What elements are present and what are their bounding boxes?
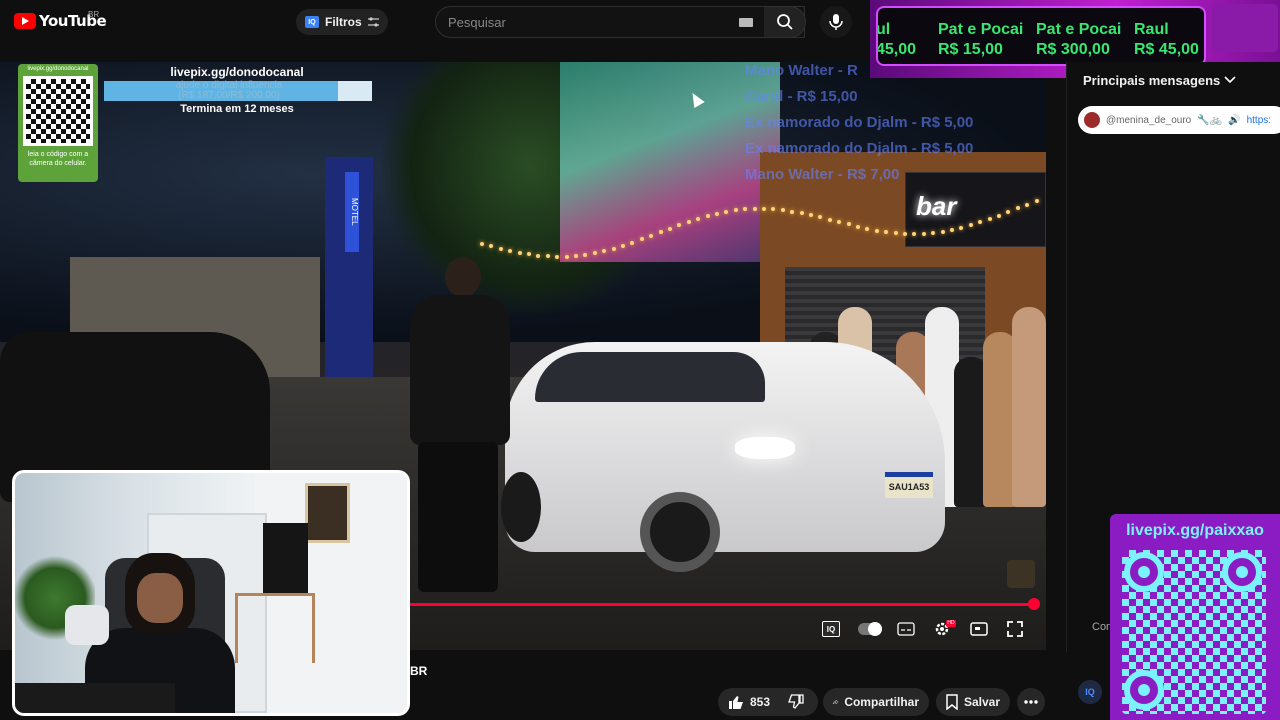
alert-line: Ex namorado do Djalm - R$ 5,00 bbox=[745, 114, 974, 131]
alert-line: Ex namorado do Djalm - R$ 5,00 bbox=[745, 140, 974, 157]
save-button[interactable]: Salvar bbox=[936, 688, 1010, 716]
fullscreen-button[interactable] bbox=[1004, 618, 1026, 640]
dislike-button[interactable] bbox=[782, 688, 810, 716]
youtube-watch-page: YouTube BR IQ Filtros MOTEL bar bbox=[0, 0, 1280, 720]
livepix-qr-right: livepix.gg/paixxao bbox=[1110, 514, 1280, 720]
qr-caption: leia o código com a câmera do celular. bbox=[27, 151, 89, 167]
sliders-icon bbox=[367, 17, 379, 27]
search-icon bbox=[776, 14, 793, 30]
donation-entry: Raul R$ 45,00 bbox=[1134, 20, 1199, 60]
fullscreen-icon bbox=[1007, 621, 1023, 637]
license-plate: SAU1A53 bbox=[885, 472, 933, 498]
more-actions-button[interactable] bbox=[1017, 688, 1045, 716]
qr-code bbox=[23, 76, 93, 146]
donation-goal: livepix.gg/donodocanal ajude o digital i… bbox=[100, 64, 374, 122]
alert-line: Carol - R$ 15,00 bbox=[745, 88, 858, 105]
subtitles-button[interactable] bbox=[896, 618, 916, 640]
webcam-desk bbox=[235, 593, 315, 663]
share-button[interactable]: Compartilhar bbox=[823, 688, 929, 716]
filters-label: Filtros bbox=[325, 15, 362, 29]
pinned-author: @menina_de_ouro bbox=[1106, 114, 1192, 126]
chat-mode-dropdown[interactable]: Principais mensagens bbox=[1066, 68, 1280, 92]
chat-header-label: Principais mensagens bbox=[1083, 72, 1221, 88]
more-horizontal-icon bbox=[1024, 700, 1038, 704]
man-body bbox=[410, 295, 510, 445]
hd-badge: HD bbox=[946, 620, 956, 627]
qr-finder bbox=[1124, 670, 1164, 710]
webcam-tv bbox=[263, 523, 308, 593]
filters-button[interactable]: IQ Filtros bbox=[296, 9, 388, 35]
webcam-microphone bbox=[65, 605, 109, 645]
donation-amount: R$ 15,00 bbox=[938, 41, 1003, 58]
microphone-icon bbox=[829, 14, 843, 30]
pinned-message[interactable]: @menina_de_ouro 🔧🚲 🔊 https: bbox=[1078, 106, 1280, 134]
voice-search-button[interactable] bbox=[820, 6, 852, 38]
donation-entry: ul 45,00 bbox=[876, 20, 917, 60]
channel-watermark[interactable] bbox=[1007, 560, 1035, 588]
qr-url: livepix.gg/donodocanal bbox=[27, 66, 89, 72]
theater-mode-button[interactable] bbox=[968, 618, 990, 640]
webcam-picture-frame bbox=[305, 483, 350, 543]
qr-finder bbox=[1222, 552, 1262, 592]
thumbs-down-icon bbox=[788, 694, 804, 709]
subtitles-icon bbox=[897, 622, 915, 636]
man-head bbox=[445, 257, 481, 297]
pinned-link[interactable]: https: bbox=[1247, 115, 1271, 126]
motel-sign: MOTEL bbox=[345, 172, 359, 252]
donation-ticker-list: ul 45,00 Pat e Pocai R$ 15,00 Pat e Pocai R$ … bbox=[876, 6, 1206, 66]
donation-amount: R$ 300,00 bbox=[1036, 41, 1110, 58]
iq-extension-button[interactable]: IQ bbox=[1078, 680, 1102, 704]
qr-right-url: livepix.gg/paixxao bbox=[1126, 522, 1264, 539]
iq-button[interactable]: IQ bbox=[822, 621, 840, 637]
car-wheel bbox=[640, 492, 720, 572]
pinned-avatar bbox=[1084, 112, 1100, 128]
goal-progress-bar: ajude o digital influencia (R$ 187,00/R$… bbox=[104, 81, 372, 101]
save-label: Salvar bbox=[963, 695, 1000, 709]
youtube-play-icon bbox=[14, 13, 36, 29]
qr-right-code bbox=[1122, 550, 1266, 714]
qr-finder bbox=[1124, 552, 1164, 592]
country-code: BR bbox=[88, 10, 100, 19]
donation-amount: R$ 45,00 bbox=[1134, 41, 1199, 58]
donation-name: Pat e Pocai bbox=[1036, 21, 1122, 38]
ticker-decoration bbox=[1212, 4, 1278, 52]
white-car: SAU1A53 bbox=[501, 342, 945, 572]
donation-name: ul bbox=[876, 21, 891, 38]
iq-icon: IQ bbox=[305, 16, 319, 28]
megaphone-icon: 🔊 bbox=[1228, 114, 1241, 126]
keyboard-icon[interactable] bbox=[739, 18, 753, 27]
thumbs-up-icon bbox=[729, 696, 743, 709]
goal-text: ajude o digital influencia (R$ 187,00/R$… bbox=[104, 81, 354, 101]
progress-scrubber[interactable] bbox=[1028, 598, 1040, 610]
donation-amount: 45,00 bbox=[876, 41, 917, 58]
car-window bbox=[535, 352, 765, 402]
theater-icon bbox=[970, 622, 988, 636]
streamer-webcam bbox=[12, 470, 410, 716]
bookmark-icon bbox=[946, 694, 958, 710]
donation-entry: Pat e Pocai R$ 15,00 bbox=[938, 20, 1023, 60]
tools-icon: 🔧🚲 bbox=[1197, 114, 1223, 126]
donation-name: Pat e Pocai bbox=[938, 21, 1024, 38]
alert-line: Mano Walter - R$ 7,00 bbox=[745, 166, 900, 183]
share-label: Compartilhar bbox=[844, 695, 919, 709]
webcam-keyboard bbox=[15, 683, 175, 713]
car-headlight bbox=[735, 437, 795, 459]
goal-url: livepix.gg/donodocanal bbox=[170, 65, 304, 79]
search-box bbox=[435, 6, 805, 38]
autoplay-toggle[interactable] bbox=[858, 622, 882, 636]
goal-amount: (R$ 187,00/R$ 200,00) bbox=[178, 90, 280, 101]
search-input[interactable] bbox=[448, 14, 738, 30]
donation-name: Raul bbox=[1134, 21, 1169, 38]
livepix-qr-panel: livepix.gg/donodocanal leia o código com… bbox=[18, 64, 98, 182]
video-progress-bar[interactable] bbox=[410, 603, 1036, 606]
like-count: 853 bbox=[750, 695, 771, 709]
streamer-face bbox=[137, 573, 183, 623]
donation-entry: Pat e Pocai R$ 300,00 bbox=[1036, 20, 1121, 60]
man-legs bbox=[418, 442, 498, 592]
chevron-down-icon bbox=[1224, 76, 1236, 84]
goal-ends: Termina em 12 meses bbox=[180, 103, 294, 115]
video-title-fragment: BR bbox=[410, 664, 428, 678]
search-button[interactable] bbox=[764, 6, 806, 38]
share-icon bbox=[833, 699, 839, 705]
